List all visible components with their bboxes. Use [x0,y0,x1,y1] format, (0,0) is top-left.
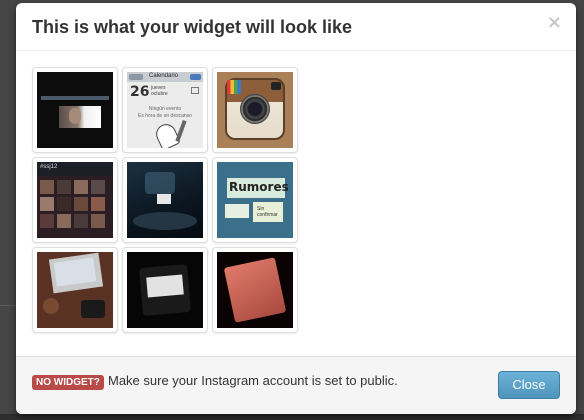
photo-grid-header: #ssj12 [40,164,58,170]
thumbnail-3[interactable] [212,67,298,153]
close-button[interactable]: Close [498,371,560,399]
thumbnail-4[interactable]: #ssj12 [32,157,118,243]
rumores-note-text: Sin confirmar [257,206,278,218]
tablet-image [127,252,203,328]
dark-desk-image [127,162,203,238]
laptop-desk-image [37,252,113,328]
thumbnail-6[interactable]: Rumores Sin confirmar [212,157,298,243]
screenshot-dark-video-image [37,72,113,148]
thumbnail-5[interactable] [122,157,208,243]
calendar-weekday: jueves octubre [151,85,168,97]
thumbnail-grid: Calendario 26 jueves octubre Ningún event… [32,67,298,333]
modal-footer: NO WIDGET? Make sure your Instagram acco… [16,356,576,414]
instagram-icon-image [217,72,293,148]
rumores-notes-image: Rumores Sin confirmar [217,162,293,238]
modal-title: This is what your widget will look like [32,17,353,37]
widget-preview-modal: This is what your widget will look like … [16,3,576,414]
calendar-empty-text: Ningún evento Es hora de un descanso [138,106,192,119]
no-widget-badge: NO WIDGET? [32,375,104,390]
calendar-icon [191,87,199,94]
calendar-day: 26 [130,84,150,100]
thumbnail-8[interactable] [122,247,208,333]
calendar-phone-image: Calendario 26 jueves octubre Ningún event… [127,72,203,148]
photo-grid-image: #ssj12 [37,162,113,238]
thumbnail-7[interactable] [32,247,118,333]
modal-body: Calendario 26 jueves octubre Ningún event… [16,51,576,356]
rumores-title: Rumores [229,180,289,194]
close-icon[interactable]: × [547,14,562,32]
calendar-topbar-text: Calendario [149,73,179,79]
modal-header: This is what your widget will look like … [16,3,576,51]
thumbnail-9[interactable] [212,247,298,333]
footer-message: Make sure your Instagram account is set … [108,373,398,388]
thumbnail-1[interactable] [32,67,118,153]
pink-phone-image [217,252,293,328]
thumbnail-2[interactable]: Calendario 26 jueves octubre Ningún event… [122,67,208,153]
background-bottom-bar [0,414,584,420]
